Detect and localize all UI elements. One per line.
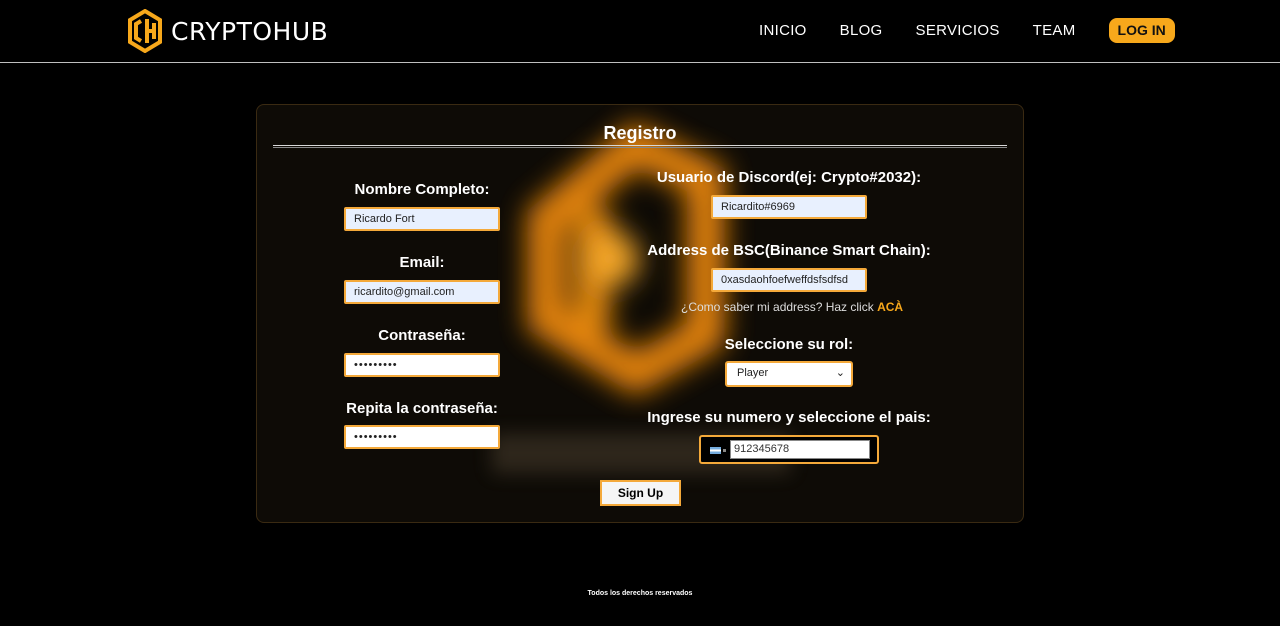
address-help-link[interactable]: ACÀ bbox=[877, 300, 903, 314]
nav-blog-link[interactable]: BLOG bbox=[840, 19, 883, 43]
role-select-value: Player bbox=[737, 367, 769, 379]
login-button[interactable]: LOG IN bbox=[1108, 18, 1175, 43]
argentina-flag-icon[interactable] bbox=[710, 447, 721, 454]
address-help-label: ¿Como saber mi address? Haz click bbox=[681, 300, 874, 314]
nav-inicio-link[interactable]: INICIO bbox=[759, 19, 807, 43]
address-help-text: ¿Como saber mi address? Haz click ACÀ bbox=[681, 300, 903, 314]
password-repeat-label: Repita la contraseña: bbox=[346, 400, 498, 417]
main-nav: INICIO BLOG SERVICIOS TEAM LOG IN bbox=[759, 18, 1175, 43]
top-navbar: CRYPTOHUB INICIO BLOG SERVICIOS TEAM LOG… bbox=[0, 0, 1280, 63]
dropdown-caret-icon bbox=[723, 449, 726, 452]
full-name-input[interactable]: Ricardo Fort bbox=[344, 207, 500, 231]
signup-button[interactable]: Sign Up bbox=[600, 480, 681, 506]
email-label: Email: bbox=[399, 254, 445, 271]
glowing-logo-background bbox=[491, 122, 791, 474]
phone-field: 912345678 bbox=[699, 435, 879, 464]
brand-name: CRYPTOHUB bbox=[171, 16, 329, 46]
footer-copyright: Todos los derechos reservados bbox=[587, 590, 693, 597]
form-title: Registro bbox=[603, 123, 677, 143]
password-label: Contraseña: bbox=[378, 327, 466, 344]
discord-label: Usuario de Discord(ej: Crypto#2032): bbox=[656, 169, 922, 186]
password-input[interactable]: ••••••••• bbox=[344, 353, 500, 377]
nav-servicios-link[interactable]: SERVICIOS bbox=[916, 19, 1000, 43]
registration-card: Registro Nombre Completo: Ricardo Fort E… bbox=[256, 104, 1024, 523]
bsc-address-label: Address de BSC(Binance Smart Chain): bbox=[647, 242, 931, 259]
phone-input[interactable]: 912345678 bbox=[730, 440, 870, 459]
role-select[interactable]: Player ⌄ bbox=[725, 361, 853, 387]
brand-logo[interactable]: CRYPTOHUB bbox=[127, 9, 328, 53]
chevron-down-icon: ⌄ bbox=[835, 367, 845, 379]
phone-label: Ingrese su numero y seleccione el pais: bbox=[647, 409, 931, 426]
nav-team-link[interactable]: TEAM bbox=[1033, 19, 1076, 43]
discord-input[interactable]: Ricardito#6969 bbox=[711, 195, 867, 219]
full-name-label: Nombre Completo: bbox=[354, 181, 490, 198]
cryptohub-logo-icon bbox=[128, 9, 162, 53]
password-repeat-input[interactable]: ••••••••• bbox=[344, 425, 500, 449]
role-label: Seleccione su rol: bbox=[724, 336, 854, 353]
bsc-address-input[interactable]: 0xasdaohfoefweffdsfsdfsd bbox=[711, 268, 867, 292]
email-input[interactable]: ricardito@gmail.com bbox=[344, 280, 500, 304]
title-divider bbox=[273, 145, 1007, 148]
